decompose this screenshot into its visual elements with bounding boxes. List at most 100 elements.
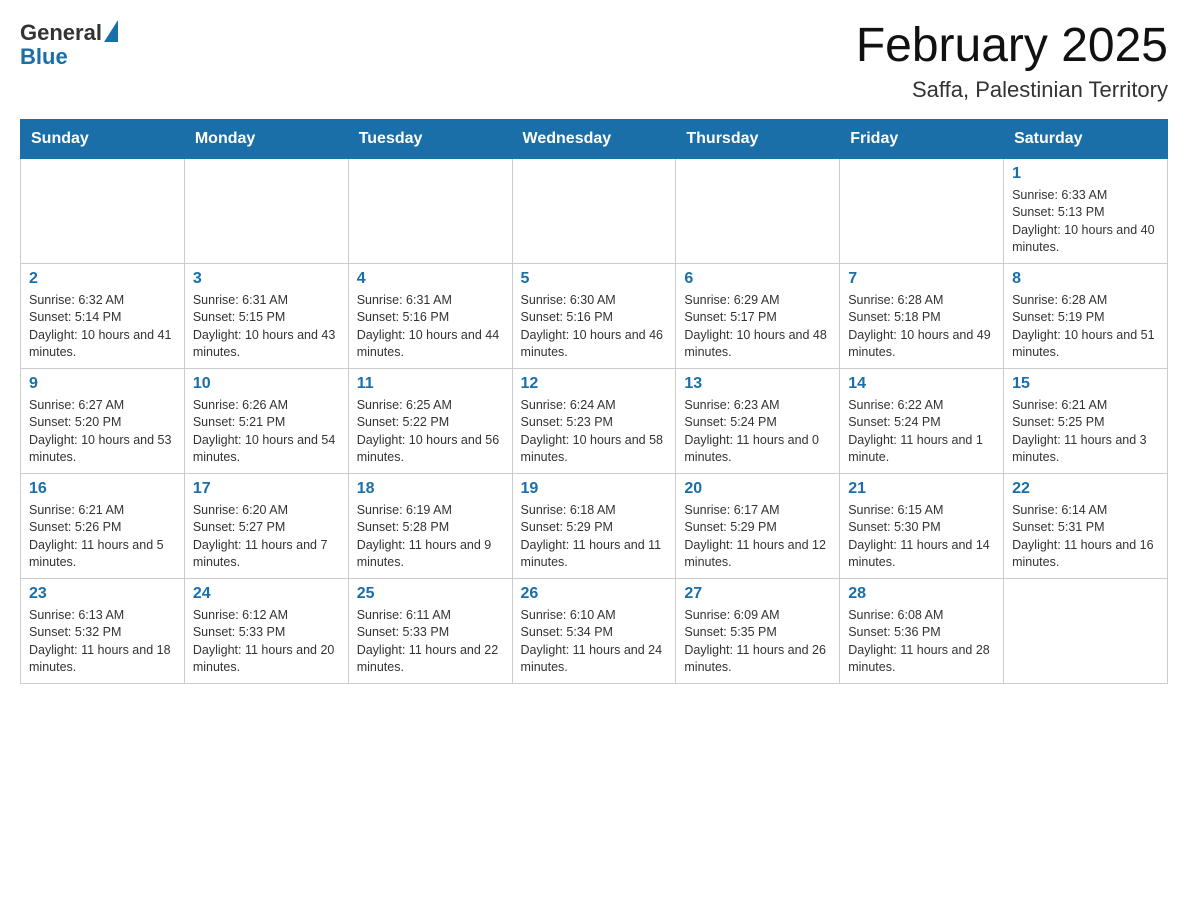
logo-general-text: General bbox=[20, 20, 102, 46]
cell-sun-info: Sunrise: 6:20 AM Sunset: 5:27 PM Dayligh… bbox=[193, 502, 340, 572]
cell-sun-info: Sunrise: 6:17 AM Sunset: 5:29 PM Dayligh… bbox=[684, 502, 831, 572]
calendar-cell: 18 Sunrise: 6:19 AM Sunset: 5:28 PM Dayli… bbox=[348, 473, 512, 578]
week-row-1: 1Sunrise: 6:33 AM Sunset: 5:13 PM Daylig… bbox=[21, 158, 1168, 263]
calendar-cell: 14 Sunrise: 6:22 AM Sunset: 5:24 PM Dayli… bbox=[840, 368, 1004, 473]
calendar-cell: 19 Sunrise: 6:18 AM Sunset: 5:29 PM Dayli… bbox=[512, 473, 676, 578]
cell-day-number: 16 bbox=[29, 480, 176, 498]
calendar-cell: 21 Sunrise: 6:15 AM Sunset: 5:30 PM Dayli… bbox=[840, 473, 1004, 578]
cell-day-number: 5 bbox=[521, 270, 668, 288]
calendar-cell: 3 Sunrise: 6:31 AM Sunset: 5:15 PM Daylig… bbox=[184, 263, 348, 368]
calendar-cell: 16 Sunrise: 6:21 AM Sunset: 5:26 PM Dayli… bbox=[21, 473, 185, 578]
cell-day-number: 28 bbox=[848, 585, 995, 603]
calendar-cell: 6Sunrise: 6:29 AM Sunset: 5:17 PM Daylig… bbox=[676, 263, 840, 368]
cell-day-number: 21 bbox=[848, 480, 995, 498]
calendar-cell: 5 Sunrise: 6:30 AM Sunset: 5:16 PM Daylig… bbox=[512, 263, 676, 368]
calendar-cell: 9 Sunrise: 6:27 AM Sunset: 5:20 PM Daylig… bbox=[21, 368, 185, 473]
cell-sun-info: Sunrise: 6:30 AM Sunset: 5:16 PM Dayligh… bbox=[521, 292, 668, 362]
cell-day-number: 25 bbox=[357, 585, 504, 603]
cell-sun-info: Sunrise: 6:18 AM Sunset: 5:29 PM Dayligh… bbox=[521, 502, 668, 572]
calendar-cell bbox=[676, 158, 840, 263]
calendar-cell: 13Sunrise: 6:23 AM Sunset: 5:24 PM Dayli… bbox=[676, 368, 840, 473]
cell-day-number: 24 bbox=[193, 585, 340, 603]
cell-sun-info: Sunrise: 6:21 AM Sunset: 5:25 PM Dayligh… bbox=[1012, 397, 1159, 467]
cell-sun-info: Sunrise: 6:14 AM Sunset: 5:31 PM Dayligh… bbox=[1012, 502, 1159, 572]
cell-sun-info: Sunrise: 6:15 AM Sunset: 5:30 PM Dayligh… bbox=[848, 502, 995, 572]
calendar-cell bbox=[512, 158, 676, 263]
calendar-cell: 15 Sunrise: 6:21 AM Sunset: 5:25 PM Dayli… bbox=[1004, 368, 1168, 473]
calendar-title: February 2025 bbox=[856, 20, 1168, 73]
calendar-cell: 11 Sunrise: 6:25 AM Sunset: 5:22 PM Dayli… bbox=[348, 368, 512, 473]
calendar-subtitle: Saffa, Palestinian Territory bbox=[856, 77, 1168, 103]
calendar-table: SundayMondayTuesdayWednesdayThursdayFrid… bbox=[20, 119, 1168, 684]
calendar-cell: 24Sunrise: 6:12 AM Sunset: 5:33 PM Dayli… bbox=[184, 578, 348, 683]
cell-sun-info: Sunrise: 6:19 AM Sunset: 5:28 PM Dayligh… bbox=[357, 502, 504, 572]
cell-day-number: 20 bbox=[684, 480, 831, 498]
cell-day-number: 1 bbox=[1012, 165, 1159, 183]
weekday-header-saturday: Saturday bbox=[1004, 119, 1168, 158]
calendar-cell: 2Sunrise: 6:32 AM Sunset: 5:14 PM Daylig… bbox=[21, 263, 185, 368]
cell-day-number: 3 bbox=[193, 270, 340, 288]
logo-blue-text: Blue bbox=[20, 44, 68, 70]
calendar-cell bbox=[21, 158, 185, 263]
week-row-4: 16 Sunrise: 6:21 AM Sunset: 5:26 PM Dayli… bbox=[21, 473, 1168, 578]
cell-day-number: 12 bbox=[521, 375, 668, 393]
calendar-cell bbox=[348, 158, 512, 263]
calendar-cell bbox=[1004, 578, 1168, 683]
cell-day-number: 6 bbox=[684, 270, 831, 288]
cell-day-number: 27 bbox=[684, 585, 831, 603]
title-section: February 2025 Saffa, Palestinian Territo… bbox=[856, 20, 1168, 103]
weekday-header-row: SundayMondayTuesdayWednesdayThursdayFrid… bbox=[21, 119, 1168, 158]
calendar-cell: 10Sunrise: 6:26 AM Sunset: 5:21 PM Dayli… bbox=[184, 368, 348, 473]
cell-day-number: 23 bbox=[29, 585, 176, 603]
cell-day-number: 19 bbox=[521, 480, 668, 498]
week-row-2: 2Sunrise: 6:32 AM Sunset: 5:14 PM Daylig… bbox=[21, 263, 1168, 368]
cell-sun-info: Sunrise: 6:21 AM Sunset: 5:26 PM Dayligh… bbox=[29, 502, 176, 572]
weekday-header-tuesday: Tuesday bbox=[348, 119, 512, 158]
logo: General Blue bbox=[20, 20, 118, 70]
cell-sun-info: Sunrise: 6:26 AM Sunset: 5:21 PM Dayligh… bbox=[193, 397, 340, 467]
calendar-cell: 4 Sunrise: 6:31 AM Sunset: 5:16 PM Daylig… bbox=[348, 263, 512, 368]
cell-sun-info: Sunrise: 6:13 AM Sunset: 5:32 PM Dayligh… bbox=[29, 607, 176, 677]
cell-day-number: 15 bbox=[1012, 375, 1159, 393]
cell-day-number: 4 bbox=[357, 270, 504, 288]
cell-day-number: 11 bbox=[357, 375, 504, 393]
cell-sun-info: Sunrise: 6:25 AM Sunset: 5:22 PM Dayligh… bbox=[357, 397, 504, 467]
weekday-header-monday: Monday bbox=[184, 119, 348, 158]
cell-sun-info: Sunrise: 6:10 AM Sunset: 5:34 PM Dayligh… bbox=[521, 607, 668, 677]
cell-sun-info: Sunrise: 6:08 AM Sunset: 5:36 PM Dayligh… bbox=[848, 607, 995, 677]
calendar-cell: 28 Sunrise: 6:08 AM Sunset: 5:36 PM Dayli… bbox=[840, 578, 1004, 683]
calendar-cell: 26 Sunrise: 6:10 AM Sunset: 5:34 PM Dayli… bbox=[512, 578, 676, 683]
calendar-cell: 27Sunrise: 6:09 AM Sunset: 5:35 PM Dayli… bbox=[676, 578, 840, 683]
cell-day-number: 8 bbox=[1012, 270, 1159, 288]
weekday-header-sunday: Sunday bbox=[21, 119, 185, 158]
cell-sun-info: Sunrise: 6:31 AM Sunset: 5:15 PM Dayligh… bbox=[193, 292, 340, 362]
logo-triangle-icon bbox=[104, 20, 118, 42]
cell-day-number: 26 bbox=[521, 585, 668, 603]
calendar-cell: 22 Sunrise: 6:14 AM Sunset: 5:31 PM Dayli… bbox=[1004, 473, 1168, 578]
calendar-cell bbox=[184, 158, 348, 263]
cell-day-number: 2 bbox=[29, 270, 176, 288]
cell-sun-info: Sunrise: 6:11 AM Sunset: 5:33 PM Dayligh… bbox=[357, 607, 504, 677]
cell-sun-info: Sunrise: 6:31 AM Sunset: 5:16 PM Dayligh… bbox=[357, 292, 504, 362]
cell-sun-info: Sunrise: 6:28 AM Sunset: 5:18 PM Dayligh… bbox=[848, 292, 995, 362]
weekday-header-wednesday: Wednesday bbox=[512, 119, 676, 158]
calendar-cell: 20 Sunrise: 6:17 AM Sunset: 5:29 PM Dayli… bbox=[676, 473, 840, 578]
cell-sun-info: Sunrise: 6:28 AM Sunset: 5:19 PM Dayligh… bbox=[1012, 292, 1159, 362]
calendar-cell: 25 Sunrise: 6:11 AM Sunset: 5:33 PM Dayli… bbox=[348, 578, 512, 683]
calendar-cell: 23 Sunrise: 6:13 AM Sunset: 5:32 PM Dayli… bbox=[21, 578, 185, 683]
cell-sun-info: Sunrise: 6:27 AM Sunset: 5:20 PM Dayligh… bbox=[29, 397, 176, 467]
cell-day-number: 22 bbox=[1012, 480, 1159, 498]
calendar-cell bbox=[840, 158, 1004, 263]
cell-day-number: 7 bbox=[848, 270, 995, 288]
cell-day-number: 18 bbox=[357, 480, 504, 498]
week-row-5: 23 Sunrise: 6:13 AM Sunset: 5:32 PM Dayli… bbox=[21, 578, 1168, 683]
cell-sun-info: Sunrise: 6:22 AM Sunset: 5:24 PM Dayligh… bbox=[848, 397, 995, 467]
calendar-cell: 1Sunrise: 6:33 AM Sunset: 5:13 PM Daylig… bbox=[1004, 158, 1168, 263]
cell-day-number: 14 bbox=[848, 375, 995, 393]
calendar-cell: 7 Sunrise: 6:28 AM Sunset: 5:18 PM Daylig… bbox=[840, 263, 1004, 368]
page-header: General Blue February 2025 Saffa, Palest… bbox=[20, 20, 1168, 103]
week-row-3: 9 Sunrise: 6:27 AM Sunset: 5:20 PM Daylig… bbox=[21, 368, 1168, 473]
cell-day-number: 17 bbox=[193, 480, 340, 498]
calendar-cell: 17 Sunrise: 6:20 AM Sunset: 5:27 PM Dayli… bbox=[184, 473, 348, 578]
cell-day-number: 9 bbox=[29, 375, 176, 393]
